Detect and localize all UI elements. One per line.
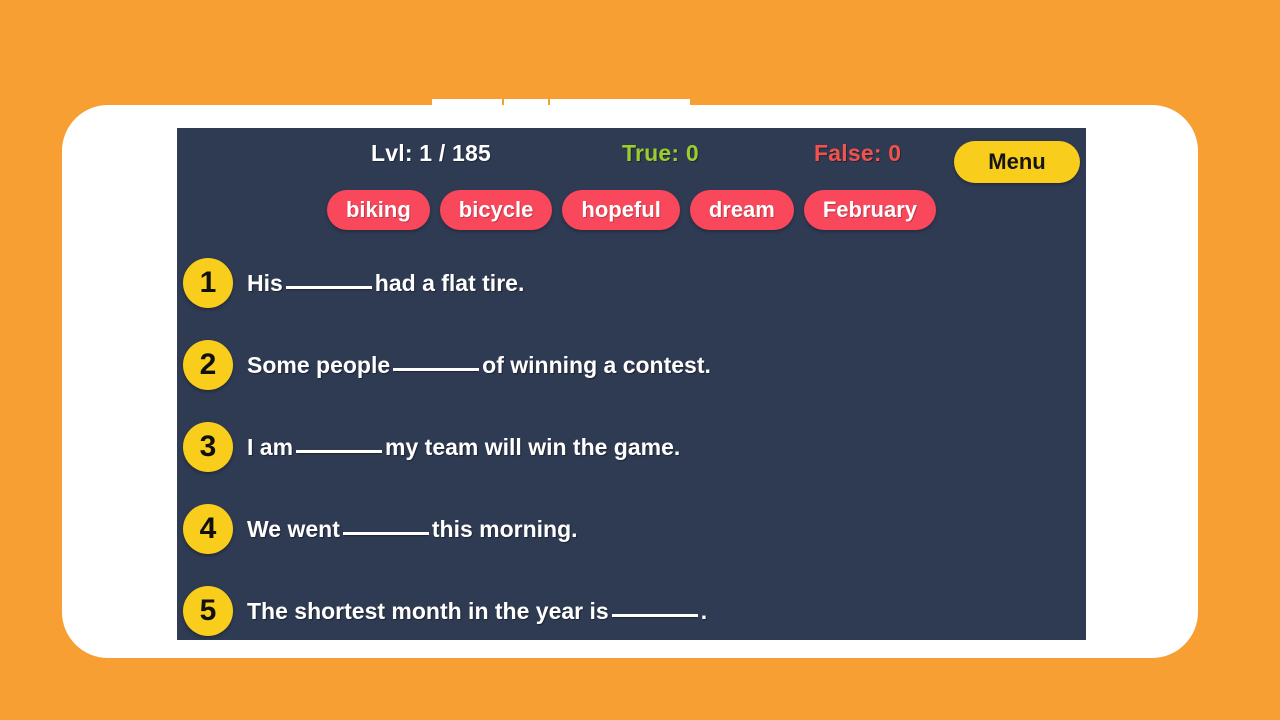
question-number-badge: 5 [183,586,233,636]
question-row[interactable]: 2 Some people of winning a contest. [177,324,1086,406]
word-chip-dream[interactable]: dream [689,190,794,230]
question-text-before: We went [247,515,340,542]
false-score: False: 0 [814,140,902,166]
question-text: The shortest month in the year is. [247,598,707,625]
answer-blank[interactable] [611,613,698,617]
answer-blank[interactable] [285,285,372,289]
word-chip-hopeful[interactable]: hopeful [562,190,680,230]
word-chip-february[interactable]: February [803,190,937,230]
word-chip-biking[interactable]: biking [326,190,430,230]
game-screen: Lvl: 1 / 185 True: 0 False: 0 Menu bikin… [177,128,1086,640]
question-text-after: of winning a contest. [482,351,711,378]
question-text: We went this morning. [247,516,578,543]
question-text-before: I am [247,433,294,460]
question-text-before: Some people [247,351,391,378]
status-bar: Lvl: 1 / 185 True: 0 False: 0 Menu [177,128,1086,184]
question-text: Some people of winning a contest. [247,352,711,379]
answer-blank[interactable] [393,367,480,371]
question-text-before: His [247,269,283,296]
question-row[interactable]: 3 I am my team will win the game. [177,406,1086,488]
word-chip-bicycle[interactable]: bicycle [439,190,553,230]
question-number-badge: 1 [183,258,233,308]
question-list: 1 His had a flat tire. 2 Some people of wi… [177,242,1086,640]
answer-blank[interactable] [296,449,383,453]
question-text-after: this morning. [431,515,578,542]
level-indicator: Lvl: 1 / 185 [371,140,492,166]
menu-button[interactable]: Menu [954,141,1080,183]
question-row[interactable]: 5 The shortest month in the year is. [177,570,1086,640]
question-number-badge: 2 [183,340,233,390]
question-text-after: had a flat tire. [374,269,525,296]
true-score: True: 0 [622,140,699,166]
question-text: I am my team will win the game. [247,434,680,461]
question-number-badge: 3 [183,422,233,472]
question-text-before: The shortest month in the year is [247,597,609,624]
word-bank: biking bicycle hopeful dream February [177,190,1086,230]
question-text-after: my team will win the game. [385,433,681,460]
question-text: His had a flat tire. [247,270,524,297]
question-row[interactable]: 1 His had a flat tire. [177,242,1086,324]
question-row[interactable]: 4 We went this morning. [177,488,1086,570]
app-stage: Lvl: 1 / 185 True: 0 False: 0 Menu bikin… [0,0,1280,720]
question-text-after: . [700,597,708,624]
question-number-badge: 4 [183,504,233,554]
answer-blank[interactable] [342,531,429,535]
